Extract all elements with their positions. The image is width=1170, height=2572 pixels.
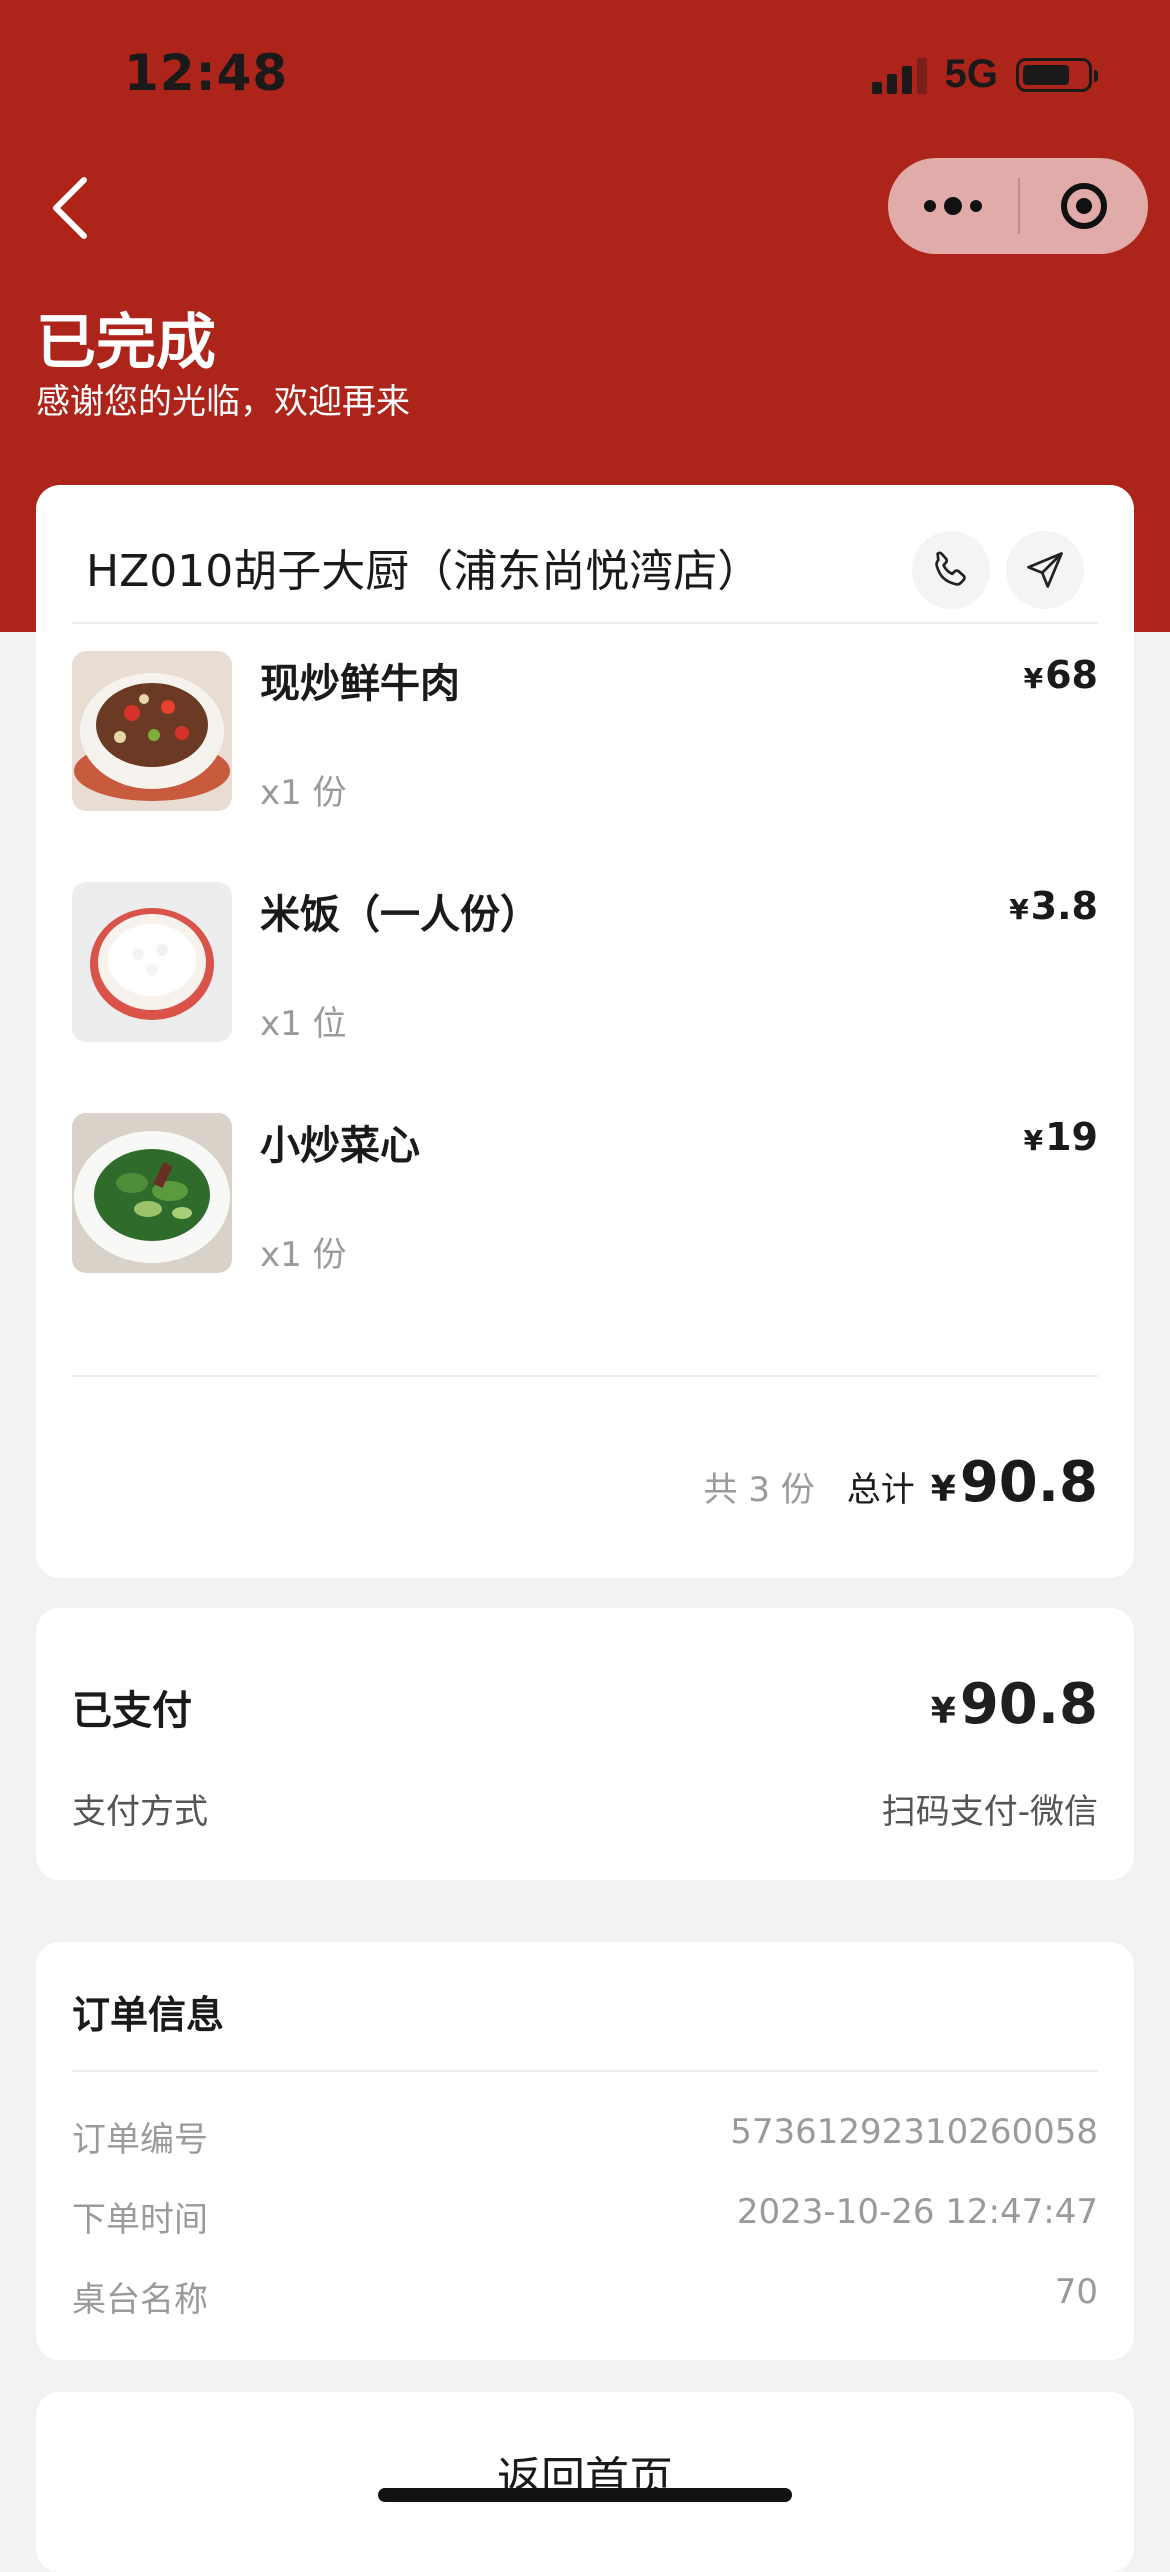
list-item[interactable]: 现炒鲜牛肉 x1 份 ¥68 <box>72 651 1098 813</box>
more-menu-button[interactable] <box>888 158 1018 254</box>
order-number-row: 订单编号 57361292310260058 <box>72 2112 1098 2161</box>
total-label: 总计 <box>846 1470 915 1510</box>
paid-label: 已支付 <box>72 1688 192 1734</box>
dish-price: ¥68 <box>1023 653 1098 697</box>
signal-icon <box>871 56 927 94</box>
payment-card: 已支付 ¥ 90.8 支付方式 扫码支付-微信 <box>36 1608 1134 1880</box>
order-time-row: 下单时间 2023-10-26 12:47:47 <box>72 2192 1098 2241</box>
dish-photo-greens <box>72 1113 232 1273</box>
order-status-subtitle: 感谢您的光临，欢迎再来 <box>36 382 410 422</box>
order-total: 共 3 份 总计 ¥ 90.8 <box>704 1450 1098 1515</box>
back-button[interactable] <box>40 168 100 248</box>
chevron-left-icon <box>53 177 87 239</box>
order-info-title: 订单信息 <box>72 1993 225 2037</box>
store-divider <box>72 622 1098 624</box>
list-item[interactable]: 米饭（一人份） x1 位 ¥3.8 <box>72 882 1098 1044</box>
total-currency: ¥ <box>930 1469 956 1510</box>
order-info-card: 订单信息 订单编号 57361292310260058 下单时间 2023-10… <box>36 1942 1134 2360</box>
phone-icon <box>935 551 966 586</box>
battery-icon <box>1016 57 1098 92</box>
dish-name: 现炒鲜牛肉 <box>260 661 460 707</box>
total-amount: 90.8 <box>959 1450 1098 1515</box>
status-indicators: 5G <box>871 52 1098 97</box>
table-name-row: 桌台名称 70 <box>72 2272 1098 2321</box>
home-indicator[interactable] <box>378 2488 792 2502</box>
order-time-label: 下单时间 <box>72 2200 208 2240</box>
dish-price: ¥3.8 <box>1009 884 1098 928</box>
table-name-value: 70 <box>1054 2272 1098 2312</box>
items-divider <box>72 1375 1098 1377</box>
payment-method-label: 支付方式 <box>72 1792 208 1832</box>
table-name-label: 桌台名称 <box>72 2280 208 2320</box>
store-name[interactable]: HZ010胡子大厨（浦东尚悦湾店） <box>86 535 761 599</box>
close-mini-program-button[interactable] <box>1020 158 1148 254</box>
navigation-arrow-icon <box>1027 552 1063 588</box>
status-time: 12:48 <box>124 44 289 102</box>
order-items-card: HZ010胡子大厨（浦东尚悦湾店） 现炒鲜牛肉 x1 份 ¥68 米饭（一人份）… <box>36 485 1134 1578</box>
more-dots-icon <box>924 200 936 212</box>
dish-photo-beef <box>72 651 232 811</box>
return-home-card: 返回首页 <box>36 2392 1134 2572</box>
dish-quantity: x1 份 <box>260 773 347 813</box>
order-number-value[interactable]: 57361292310260058 <box>730 2112 1098 2161</box>
order-number-label: 订单编号 <box>72 2120 208 2160</box>
order-info-divider <box>72 2070 1098 2072</box>
paid-amount: ¥ 90.8 <box>930 1672 1098 1737</box>
dish-name: 小炒菜心 <box>260 1123 420 1169</box>
item-count: 共 3 份 <box>703 1470 815 1510</box>
dish-price: ¥19 <box>1023 1115 1098 1159</box>
call-store-button[interactable] <box>912 531 990 609</box>
target-close-icon <box>1061 183 1107 229</box>
mini-program-capsule <box>888 158 1148 254</box>
order-status-title: 已完成 <box>36 308 216 378</box>
dish-photo-rice <box>72 882 232 1042</box>
order-time-value: 2023-10-26 12:47:47 <box>736 2192 1098 2232</box>
navigate-store-button[interactable] <box>1006 531 1084 609</box>
list-item[interactable]: 小炒菜心 x1 份 ¥19 <box>72 1113 1098 1275</box>
dish-name: 米饭（一人份） <box>260 892 540 938</box>
dish-quantity: x1 份 <box>260 1235 347 1275</box>
dish-quantity: x1 位 <box>260 1004 347 1044</box>
payment-method-value: 扫码支付-微信 <box>881 1792 1098 1832</box>
network-type: 5G <box>944 52 998 96</box>
